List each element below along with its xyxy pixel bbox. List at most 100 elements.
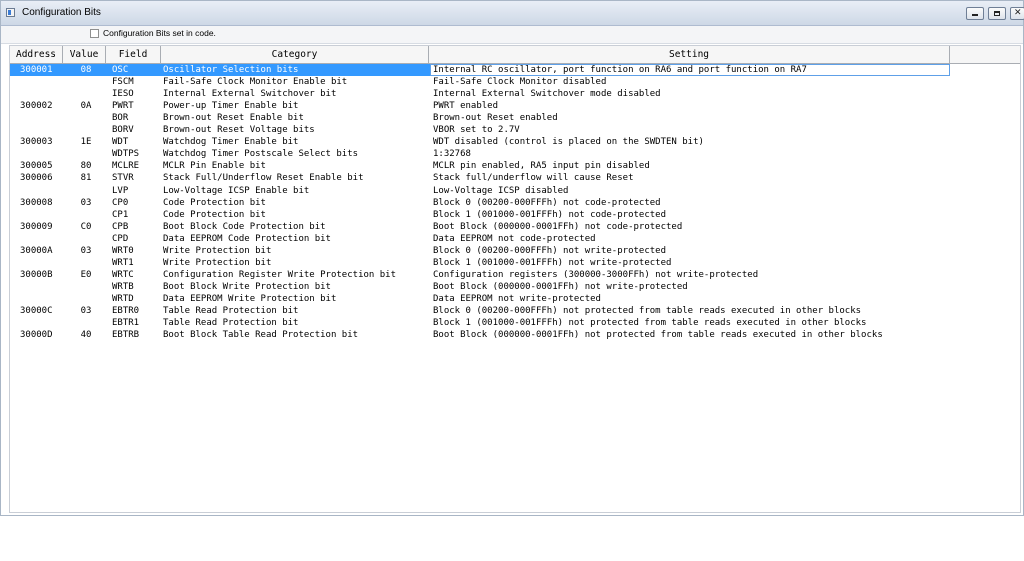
address-cell [20, 317, 66, 329]
column-header-value[interactable]: Value [63, 46, 106, 63]
column-header-category[interactable]: Category [161, 46, 429, 63]
table-row[interactable]: CP1 Code Protection bit Block 1 (001000-00… [10, 209, 950, 221]
field-cell: FSCM [112, 77, 134, 88]
address-cell [20, 88, 66, 100]
field-cell: PWRT [112, 101, 134, 112]
address-cell [20, 124, 66, 136]
setting-cell[interactable]: Brown-out Reset enabled [433, 112, 949, 124]
category-cell: Code Protection bit [163, 209, 266, 220]
value-cell [66, 76, 106, 88]
table-row[interactable]: CPD Data EEPROM Code Protection bit Data E… [10, 233, 950, 245]
table-row[interactable]: WRTD Data EEPROM Write Protection bit Data… [10, 293, 950, 305]
field-cell: OSC [112, 65, 129, 75]
value-cell: E0 [80, 269, 92, 280]
table-row[interactable]: 300002 0A PWRT Power-up Timer Enable bit PWR… [10, 100, 950, 112]
config-bits-in-code-label[interactable]: Configuration Bits set in code. [103, 28, 216, 38]
value-cell [66, 88, 106, 100]
configuration-bits-window: Configuration Bits Configuration Bits se… [0, 0, 1024, 516]
address-cell: 30000B [20, 269, 53, 280]
setting-cell[interactable]: MCLR pin enabled, RA5 input pin disabled [433, 160, 949, 172]
field-cell: CP0 [112, 197, 129, 208]
table-row[interactable]: WRT1 Write Protection bit Block 1 (001000-… [10, 257, 950, 269]
table-row[interactable]: 30000C 03 EBTR0 Table Read Protection bit Bl… [10, 305, 950, 317]
value-cell: 80 [80, 161, 92, 172]
title-bar[interactable]: Configuration Bits [1, 1, 1024, 26]
value-cell: 81 [80, 173, 92, 184]
table-row[interactable]: 30000D 40 EBTRB Boot Block Table Read Prote… [10, 329, 950, 341]
setting-cell[interactable]: Block 0 (00200-000FFFh) not code-protect… [433, 197, 949, 209]
field-cell: EBTR0 [112, 306, 140, 316]
value-cell [66, 293, 106, 305]
setting-cell[interactable]: Data EEPROM not write-protected [433, 293, 949, 305]
address-cell [20, 76, 66, 88]
table-row[interactable]: FSCM Fail-Safe Clock Monitor Enable bit Fa… [10, 76, 950, 88]
setting-cell[interactable]: VBOR set to 2.7V [433, 124, 949, 136]
field-cell: WRTC [112, 269, 134, 280]
value-cell [66, 257, 106, 269]
table-row[interactable]: LVP Low-Voltage ICSP Enable bit Low-Voltag… [10, 185, 950, 197]
value-cell [66, 281, 106, 293]
address-cell: 300005 [20, 161, 53, 172]
table-row[interactable]: 300003 1E WDT Watchdog Timer Enable bit WDT … [10, 136, 950, 148]
setting-cell[interactable]: Boot Block (000000-0001FFh) not write-pr… [433, 281, 949, 293]
config-bits-in-code-checkbox[interactable] [90, 29, 99, 38]
table-row[interactable]: WDTPS Watchdog Timer Postscale Select bit… [10, 148, 950, 160]
address-cell [20, 185, 66, 197]
value-cell: 03 [80, 197, 92, 208]
category-cell: Oscillator Selection bits [163, 65, 299, 75]
setting-cell[interactable]: Configuration registers (300000-3000FFh)… [433, 269, 949, 281]
field-cell: WRT1 [112, 257, 134, 268]
address-cell [20, 293, 66, 305]
column-header-address[interactable]: Address [10, 46, 63, 63]
table-row[interactable]: 300008 03 CP0 Code Protection bit Block 0 (0… [10, 197, 950, 209]
close-icon[interactable] [1010, 7, 1024, 20]
maximize-icon[interactable] [988, 7, 1006, 20]
field-cell: CP1 [112, 209, 129, 220]
category-cell: Power-up Timer Enable bit [163, 101, 299, 112]
setting-cell[interactable]: PWRT enabled [433, 100, 949, 112]
column-header-field[interactable]: Field [106, 46, 161, 63]
address-cell [20, 233, 66, 245]
value-cell [66, 185, 106, 197]
setting-cell[interactable]: Block 1 (001000-001FFFh) not write-prote… [433, 257, 949, 269]
table-row[interactable]: 300009 C0 CPB Boot Block Code Protection bi… [10, 221, 950, 233]
table-row[interactable]: 300006 81 STVR Stack Full/Underflow Reset E… [10, 172, 950, 184]
category-cell: Configuration Register Write Protection … [163, 269, 396, 280]
address-cell: 30000A [20, 245, 53, 256]
setting-cell[interactable]: Block 1 (001000-001FFFh) not protected f… [433, 317, 949, 329]
category-cell: Internal External Switchover bit [163, 89, 337, 100]
setting-cell[interactable]: Internal External Switchover mode disabl… [433, 88, 949, 100]
column-header-setting[interactable]: Setting [429, 46, 950, 63]
table-row[interactable]: IESO Internal External Switchover bit Inte… [10, 88, 950, 100]
minimize-icon[interactable] [966, 7, 984, 20]
table-row[interactable]: EBTR1 Table Read Protection bit Block 1 (0… [10, 317, 950, 329]
table-row[interactable]: WRTB Boot Block Write Protection bit Boot … [10, 281, 950, 293]
category-cell: Boot Block Table Read Protection bit [163, 330, 359, 341]
setting-cell[interactable]: Boot Block (000000-0001FFh) not protecte… [433, 329, 949, 341]
address-cell [20, 148, 66, 160]
table-row[interactable]: 30000B E0 WRTC Configuration Register Write… [10, 269, 950, 281]
category-cell: Watchdog Timer Enable bit [163, 137, 299, 148]
table-row[interactable]: 300005 80 MCLRE MCLR Pin Enable bit MCLR pin… [10, 160, 950, 172]
table-row[interactable]: BORV Brown-out Reset Voltage bits VBOR set… [10, 124, 950, 136]
field-cell: BOR [112, 113, 129, 124]
table-header: Address Value Field Category Setting [10, 46, 1020, 64]
setting-cell[interactable]: WDT disabled (control is placed on the S… [433, 136, 949, 148]
setting-cell[interactable]: Boot Block (000000-0001FFh) not code-pro… [433, 221, 949, 233]
setting-cell[interactable]: Block 1 (001000-001FFFh) not code-protec… [433, 209, 949, 221]
setting-cell[interactable]: Stack full/underflow will cause Reset [433, 172, 949, 184]
setting-cell[interactable]: 1:32768 [433, 148, 949, 160]
field-cell: WDT [112, 137, 129, 148]
setting-cell[interactable]: Data EEPROM not code-protected [433, 233, 949, 245]
setting-cell[interactable]: Low-Voltage ICSP disabled [433, 185, 949, 197]
window-icon [6, 8, 15, 17]
setting-cell[interactable]: Block 0 (00200-000FFFh) not write-protec… [433, 245, 949, 257]
field-cell: WRT0 [112, 245, 134, 256]
setting-cell[interactable]: Block 0 (00200-000FFFh) not protected fr… [433, 305, 949, 317]
setting-cell[interactable]: Fail-Safe Clock Monitor disabled [433, 76, 949, 88]
table-row[interactable]: BOR Brown-out Reset Enable bit Brown-out R… [10, 112, 950, 124]
field-cell: WDTPS [112, 149, 140, 160]
setting-cell[interactable]: Internal RC oscillator, port function on… [430, 64, 950, 76]
table-row[interactable]: 300001 08 OSC Oscillator Selection bits Inte… [10, 64, 950, 76]
table-row[interactable]: 30000A 03 WRT0 Write Protection bit Block 0 … [10, 245, 950, 257]
